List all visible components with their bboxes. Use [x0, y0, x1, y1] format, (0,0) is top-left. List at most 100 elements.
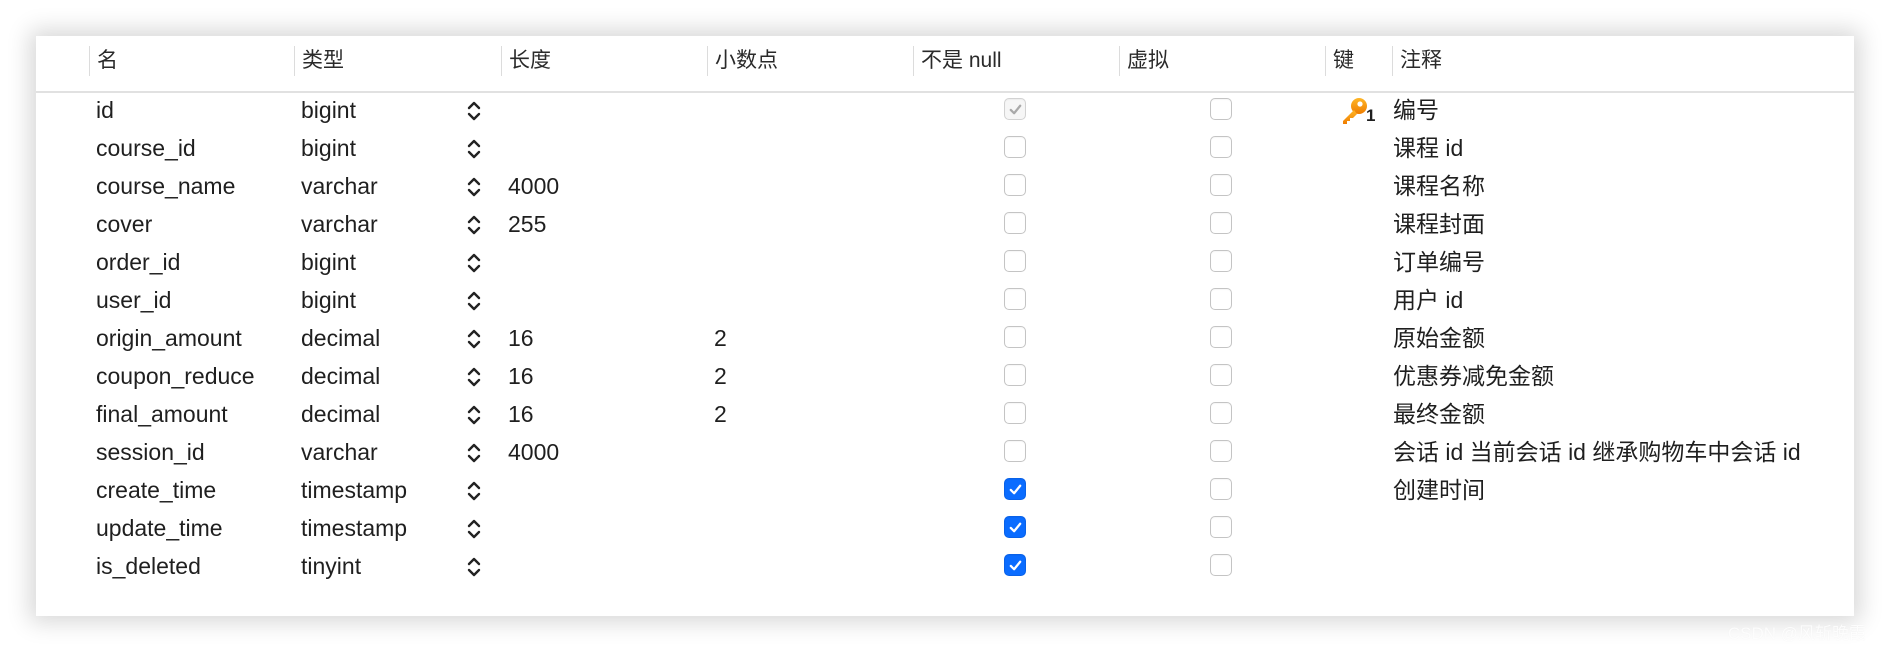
field-row[interactable]: session_id varchar 4000 会话 id 当前会话 id 继承购物车…: [36, 433, 1854, 471]
up-down-chevron-icon[interactable]: [466, 442, 482, 464]
field-row[interactable]: create_time timestamp 创建时间: [36, 471, 1854, 509]
field-decimals-cell[interactable]: 2: [714, 357, 727, 395]
up-down-chevron-icon[interactable]: [466, 176, 482, 198]
virtual-checkbox[interactable]: [1210, 136, 1232, 158]
field-length-cell[interactable]: 16: [508, 319, 534, 357]
field-type-cell[interactable]: timestamp: [301, 471, 407, 509]
field-type-cell[interactable]: decimal: [301, 319, 380, 357]
not-null-checkbox[interactable]: [1004, 326, 1026, 348]
not-null-checkbox[interactable]: [1004, 212, 1026, 234]
column-header-not-null[interactable]: 不是 null: [913, 46, 1002, 76]
field-name-cell[interactable]: origin_amount: [96, 319, 242, 357]
field-row[interactable]: order_id bigint 订单编号: [36, 243, 1854, 281]
field-decimals-cell[interactable]: 2: [714, 395, 727, 433]
field-type-cell[interactable]: bigint: [301, 281, 356, 319]
field-comment-cell[interactable]: 最终金额: [1393, 395, 1485, 433]
column-header-key[interactable]: 键: [1325, 46, 1354, 76]
not-null-checkbox[interactable]: [1004, 288, 1026, 310]
up-down-chevron-icon[interactable]: [466, 290, 482, 312]
column-header-virtual[interactable]: 虚拟: [1119, 46, 1169, 76]
up-down-chevron-icon[interactable]: [466, 404, 482, 426]
field-type-cell[interactable]: tinyint: [301, 547, 361, 585]
field-row[interactable]: user_id bigint 用户 id: [36, 281, 1854, 319]
column-header-name[interactable]: 名: [89, 46, 118, 76]
virtual-checkbox[interactable]: [1210, 250, 1232, 272]
field-name-cell[interactable]: order_id: [96, 243, 180, 281]
field-comment-cell[interactable]: 原始金额: [1393, 319, 1485, 357]
not-null-checkbox[interactable]: [1004, 250, 1026, 272]
field-name-cell[interactable]: create_time: [96, 471, 216, 509]
virtual-checkbox[interactable]: [1210, 174, 1232, 196]
field-type-cell[interactable]: bigint: [301, 243, 356, 281]
not-null-checkbox[interactable]: [1004, 364, 1026, 386]
field-name-cell[interactable]: session_id: [96, 433, 205, 471]
field-decimals-cell[interactable]: 2: [714, 319, 727, 357]
up-down-chevron-icon[interactable]: [466, 138, 482, 160]
field-comment-cell[interactable]: 优惠券减免金额: [1393, 357, 1554, 395]
up-down-chevron-icon[interactable]: [466, 480, 482, 502]
field-row[interactable]: course_name varchar 4000 课程名称: [36, 167, 1854, 205]
field-name-cell[interactable]: course_name: [96, 167, 235, 205]
field-comment-cell[interactable]: 订单编号: [1393, 243, 1485, 281]
up-down-chevron-icon[interactable]: [466, 556, 482, 578]
not-null-checkbox[interactable]: [1004, 98, 1026, 120]
not-null-checkbox[interactable]: [1004, 478, 1026, 500]
virtual-checkbox[interactable]: [1210, 326, 1232, 348]
field-type-cell[interactable]: varchar: [301, 433, 378, 471]
virtual-checkbox[interactable]: [1210, 440, 1232, 462]
virtual-checkbox[interactable]: [1210, 478, 1232, 500]
field-name-cell[interactable]: final_amount: [96, 395, 228, 433]
field-length-cell[interactable]: 255: [508, 205, 546, 243]
field-name-cell[interactable]: cover: [96, 205, 152, 243]
field-row[interactable]: final_amount decimal 16 2 最终金额: [36, 395, 1854, 433]
field-name-cell[interactable]: course_id: [96, 129, 196, 167]
up-down-chevron-icon[interactable]: [466, 518, 482, 540]
virtual-checkbox[interactable]: [1210, 402, 1232, 424]
not-null-checkbox[interactable]: [1004, 554, 1026, 576]
field-comment-cell[interactable]: 课程封面: [1393, 205, 1485, 243]
field-comment-cell[interactable]: 会话 id 当前会话 id 继承购物车中会话 id: [1393, 433, 1801, 471]
field-type-cell[interactable]: decimal: [301, 357, 380, 395]
field-row[interactable]: course_id bigint 课程 id: [36, 129, 1854, 167]
up-down-chevron-icon[interactable]: [466, 366, 482, 388]
up-down-chevron-icon[interactable]: [466, 252, 482, 274]
not-null-checkbox[interactable]: [1004, 136, 1026, 158]
field-name-cell[interactable]: user_id: [96, 281, 171, 319]
column-header-length[interactable]: 长度: [501, 46, 551, 76]
field-row[interactable]: update_time timestamp: [36, 509, 1854, 547]
virtual-checkbox[interactable]: [1210, 98, 1232, 120]
field-type-cell[interactable]: varchar: [301, 205, 378, 243]
virtual-checkbox[interactable]: [1210, 554, 1232, 576]
column-header-type[interactable]: 类型: [294, 46, 344, 76]
field-comment-cell[interactable]: 课程名称: [1393, 167, 1485, 205]
virtual-checkbox[interactable]: [1210, 212, 1232, 234]
virtual-checkbox[interactable]: [1210, 516, 1232, 538]
field-name-cell[interactable]: coupon_reduce: [96, 357, 255, 395]
up-down-chevron-icon[interactable]: [466, 100, 482, 122]
field-comment-cell[interactable]: 课程 id: [1393, 129, 1463, 167]
virtual-checkbox[interactable]: [1210, 364, 1232, 386]
field-row[interactable]: origin_amount decimal 16 2 原始金额: [36, 319, 1854, 357]
field-row[interactable]: is_deleted tinyint: [36, 547, 1854, 585]
column-header-comment[interactable]: 注释: [1392, 46, 1442, 76]
not-null-checkbox[interactable]: [1004, 440, 1026, 462]
field-length-cell[interactable]: 16: [508, 357, 534, 395]
virtual-checkbox[interactable]: [1210, 288, 1232, 310]
not-null-checkbox[interactable]: [1004, 174, 1026, 196]
field-type-cell[interactable]: varchar: [301, 167, 378, 205]
field-type-cell[interactable]: timestamp: [301, 509, 407, 547]
field-row[interactable]: coupon_reduce decimal 16 2 优惠券减免金额: [36, 357, 1854, 395]
field-name-cell[interactable]: is_deleted: [96, 547, 201, 585]
field-name-cell[interactable]: id: [96, 91, 114, 129]
field-row[interactable]: id bigint 1 编号: [36, 91, 1854, 129]
not-null-checkbox[interactable]: [1004, 516, 1026, 538]
field-comment-cell[interactable]: 创建时间: [1393, 471, 1485, 509]
up-down-chevron-icon[interactable]: [466, 328, 482, 350]
field-type-cell[interactable]: bigint: [301, 91, 356, 129]
field-length-cell[interactable]: 4000: [508, 433, 559, 471]
field-row[interactable]: cover varchar 255 课程封面: [36, 205, 1854, 243]
field-length-cell[interactable]: 4000: [508, 167, 559, 205]
field-type-cell[interactable]: decimal: [301, 395, 380, 433]
field-comment-cell[interactable]: 用户 id: [1393, 281, 1463, 319]
not-null-checkbox[interactable]: [1004, 402, 1026, 424]
